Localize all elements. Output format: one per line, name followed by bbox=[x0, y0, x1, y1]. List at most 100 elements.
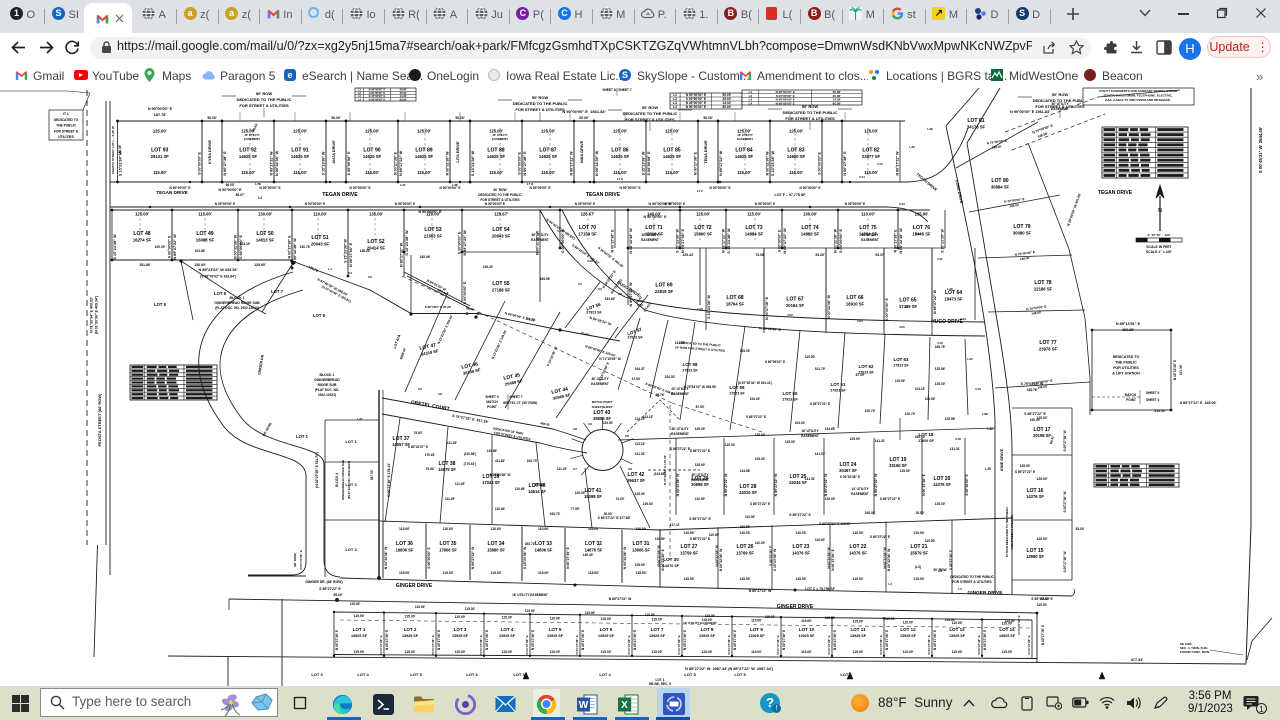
svg-text:115.00': 115.00' bbox=[652, 617, 663, 621]
svg-text:27923 SF: 27923 SF bbox=[729, 392, 745, 396]
svg-text:GINGER DRIVE: GINGER DRIVE bbox=[777, 604, 814, 610]
svg-text:129.54': 129.54' bbox=[643, 502, 654, 506]
svg-text:N 89°27'22" W: N 89°27'22" W bbox=[933, 289, 937, 314]
svg-text:N 00°27'38" E: N 00°27'38" E bbox=[843, 151, 847, 176]
svg-text:125.00': 125.00' bbox=[864, 129, 878, 134]
svg-text:N 00°32'38" W: N 00°32'38" W bbox=[766, 151, 770, 176]
svg-text:13925 SF: 13925 SF bbox=[649, 634, 666, 638]
svg-text:14376 SF: 14376 SF bbox=[933, 482, 951, 487]
svg-text:MATCH POINT: MATCH POINT bbox=[592, 400, 613, 404]
svg-text:LOT 67: LOT 67 bbox=[786, 297, 803, 303]
svg-text:79.83': 79.83' bbox=[414, 431, 423, 435]
svg-text:115.00': 115.00' bbox=[489, 170, 503, 175]
svg-text:L39: L39 bbox=[909, 145, 915, 149]
svg-text:115.00': 115.00' bbox=[789, 170, 803, 175]
svg-text:N 00°27'38" E: N 00°27'38" E bbox=[611, 229, 615, 253]
svg-text:S 89°27'22" E 377.85': S 89°27'22" E 377.85' bbox=[598, 516, 631, 520]
svg-text:115.00': 115.00' bbox=[885, 617, 896, 621]
svg-text:125.00': 125.00' bbox=[785, 440, 796, 444]
svg-text:N 89°27'22" W: N 89°27'22" W bbox=[824, 473, 828, 496]
svg-text:S 15°23'38" W: S 15°23'38" W bbox=[322, 151, 326, 175]
svg-text:14625 SF: 14625 SF bbox=[735, 154, 754, 159]
svg-text:136.43': 136.43' bbox=[583, 553, 594, 557]
svg-text:LOT 1: LOT 1 bbox=[345, 439, 357, 444]
svg-text:103.02': 103.02' bbox=[795, 421, 806, 425]
svg-text:TEGAN DRIVE: TEGAN DRIVE bbox=[1098, 190, 1133, 196]
svg-text:(170.61'): (170.61') bbox=[464, 462, 477, 466]
svg-text:151.86': 151.86' bbox=[139, 263, 151, 267]
svg-text:36' UTILITY: 36' UTILITY bbox=[641, 233, 659, 237]
svg-text:136.23': 136.23' bbox=[483, 265, 494, 269]
svg-text:S 15°23'38" W: S 15°23'38" W bbox=[119, 151, 123, 177]
svg-text:N 90°00'00" E: N 90°00'00" E bbox=[529, 186, 551, 190]
svg-text:LOT 77: LOT 77 bbox=[1039, 340, 1056, 346]
svg-text:N 00°27'38" E: N 00°27'38" E bbox=[394, 151, 398, 175]
svg-text:17009 SF: 17009 SF bbox=[918, 439, 934, 443]
svg-text:DEDICATED TO THE PUBLIC: DEDICATED TO THE PUBLIC bbox=[513, 101, 568, 106]
svg-text:S 00°00'00" E: S 00°00'00" E bbox=[818, 152, 822, 175]
svg-text:111.29': 111.29' bbox=[557, 467, 567, 471]
svg-text:115.00': 115.00' bbox=[550, 650, 561, 654]
svg-text:115.00': 115.00' bbox=[417, 170, 431, 175]
svg-text:16' UTILITY EASEMENT: 16' UTILITY EASEMENT bbox=[683, 621, 717, 625]
svg-text:LOT 83: LOT 83 bbox=[787, 148, 804, 154]
svg-text:N 90°00'00" E: N 90°00'00" E bbox=[845, 202, 865, 206]
svg-text:C13: C13 bbox=[899, 202, 905, 206]
svg-text:17343 SF: 17343 SF bbox=[482, 480, 500, 485]
svg-text:22186 SF: 22186 SF bbox=[1034, 287, 1053, 292]
svg-text:125.00': 125.00' bbox=[725, 443, 736, 447]
svg-text:141.51': 141.51' bbox=[950, 447, 961, 451]
svg-text:130.00': 130.00' bbox=[803, 212, 817, 217]
svg-text:115.00': 115.00' bbox=[705, 614, 716, 618]
svg-text:LOT 90: LOT 90 bbox=[363, 148, 380, 154]
svg-text:245.00': 245.00' bbox=[915, 435, 926, 439]
svg-text:FOR UTILITIES: FOR UTILITIES bbox=[1113, 366, 1139, 370]
svg-text:53.26': 53.26' bbox=[815, 253, 824, 257]
svg-text:115.00': 115.00' bbox=[853, 577, 864, 581]
svg-text:111.29': 111.29' bbox=[447, 441, 457, 445]
svg-text:BLOCK 4: BLOCK 4 bbox=[335, 473, 339, 487]
svg-text:93.00': 93.00' bbox=[1040, 597, 1049, 601]
svg-text:141.51': 141.51' bbox=[635, 452, 646, 456]
svg-text:N 00°27'38" E: N 00°27'38" E bbox=[531, 630, 535, 650]
svg-text:N 90°00'00" E: N 90°00'00" E bbox=[219, 188, 243, 192]
svg-text:LOT 1: LOT 1 bbox=[296, 434, 309, 439]
svg-text:N 00°27'38" E: N 00°27'38" E bbox=[627, 635, 631, 654]
svg-text:(66' ROW): (66' ROW) bbox=[293, 553, 297, 567]
svg-text:14806 SF: 14806 SF bbox=[535, 548, 553, 553]
svg-text:130.74': 130.74' bbox=[865, 409, 876, 413]
svg-text:50.00': 50.00' bbox=[579, 116, 588, 120]
svg-text:134.68': 134.68' bbox=[825, 427, 836, 431]
svg-text:BLOCK 1: BLOCK 1 bbox=[230, 296, 245, 300]
svg-text:N 01°30'34" E 409.33': N 01°30'34" E 409.33' bbox=[90, 297, 94, 333]
svg-text:17489 SF: 17489 SF bbox=[899, 304, 918, 309]
svg-text:LOT 26: LOT 26 bbox=[737, 544, 754, 550]
svg-text:115.00': 115.00' bbox=[853, 650, 864, 654]
svg-text:N 90°00'00" E: N 90°00'00" E bbox=[619, 186, 641, 190]
svg-text:111.29': 111.29' bbox=[445, 497, 455, 501]
svg-text:16098 SF: 16098 SF bbox=[196, 238, 215, 243]
svg-text:N 89°27'22" W: N 89°27'22" W bbox=[719, 150, 723, 176]
svg-text:36' UTILITY: 36' UTILITY bbox=[591, 377, 609, 381]
svg-text:N 90°00'00" E: N 90°00'00" E bbox=[349, 186, 371, 190]
svg-text:110.00': 110.00' bbox=[740, 525, 751, 529]
svg-text:SCALE IN FEET: SCALE IN FEET bbox=[1146, 245, 1172, 249]
svg-text:TENA DRIVE: TENA DRIVE bbox=[703, 140, 708, 164]
svg-text:DEDICATED TO THE PUBLIC: DEDICATED TO THE PUBLIC bbox=[783, 110, 838, 115]
svg-text:75.64': 75.64' bbox=[251, 122, 259, 132]
svg-text:24010 SF: 24010 SF bbox=[739, 490, 757, 495]
svg-text:110.00': 110.00' bbox=[861, 212, 875, 217]
svg-text:27923 SF: 27923 SF bbox=[586, 311, 602, 315]
svg-text:L3: L3 bbox=[958, 587, 962, 591]
svg-text:27923 SF: 27923 SF bbox=[893, 364, 909, 368]
svg-text:GAS, CABLE TV AND OVERLAND DRA: GAS, CABLE TV AND OVERLAND DRAINAGE. bbox=[1105, 98, 1171, 102]
svg-text:LOT 54: LOT 54 bbox=[492, 227, 509, 233]
svg-text:115.00': 115.00' bbox=[636, 571, 647, 575]
svg-text:110.00': 110.00' bbox=[684, 531, 695, 535]
svg-text:253.72': 253.72' bbox=[525, 542, 536, 546]
svg-text:L36: L36 bbox=[987, 427, 993, 431]
svg-text:C12: C12 bbox=[915, 232, 921, 236]
svg-text:33160 SF: 33160 SF bbox=[889, 463, 907, 468]
svg-text:L4: L4 bbox=[673, 105, 677, 109]
svg-text:LOT 62: LOT 62 bbox=[859, 364, 874, 369]
